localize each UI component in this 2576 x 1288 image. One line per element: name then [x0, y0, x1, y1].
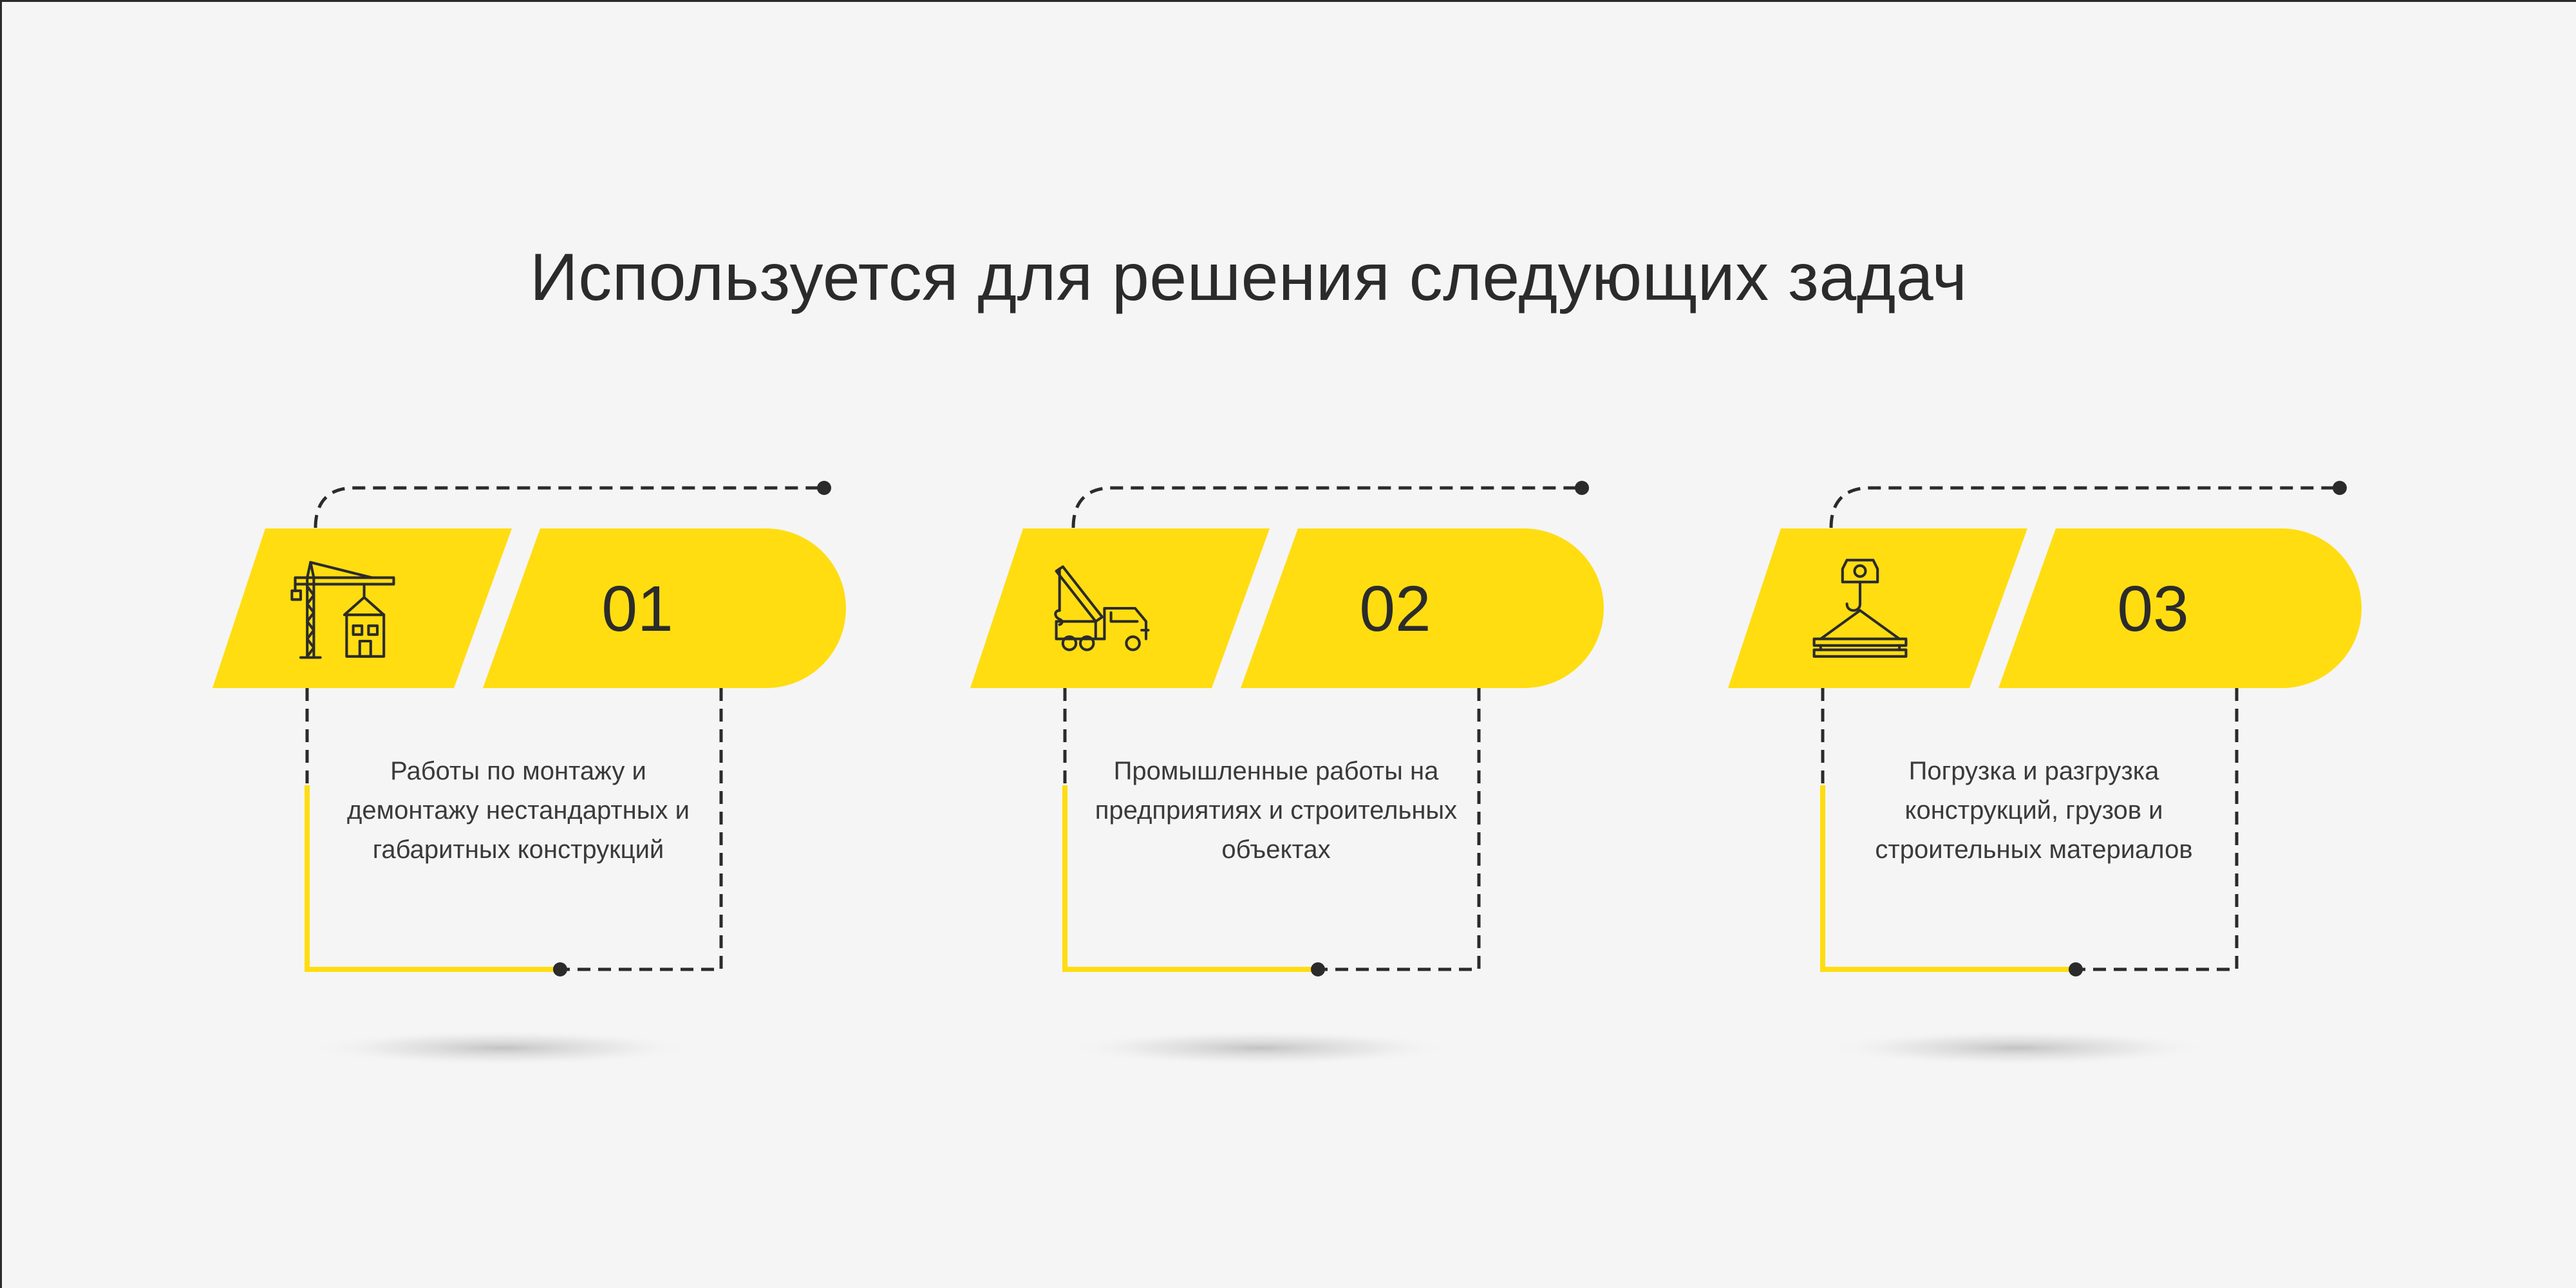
card-description: Промышленные работы на предприятиях и ст… [1095, 757, 1458, 864]
card-number: 02 [1359, 573, 1431, 645]
task-card-2: 02 Промышленные работы на предприятиях и… [970, 476, 1614, 1120]
crane-truck-icon [1054, 565, 1150, 651]
card-number: 01 [601, 573, 673, 645]
tower-crane-house-icon [290, 561, 395, 659]
page-title: Используется для решения следующих задач [530, 240, 1968, 315]
task-card-3: 03 Погрузка и разгрузка конструкций, гру… [1728, 476, 2372, 1120]
card-description: Погрузка и разгрузка конструкций, грузов… [1875, 757, 2193, 864]
task-card-1: 01 Работы по монтажу и демонтажу нестанд… [212, 476, 856, 1120]
crane-hook-load-icon [1812, 559, 1908, 658]
card-description: Работы по монтажу и демонтажу нестандарт… [347, 757, 690, 864]
card-number: 03 [2117, 573, 2189, 645]
